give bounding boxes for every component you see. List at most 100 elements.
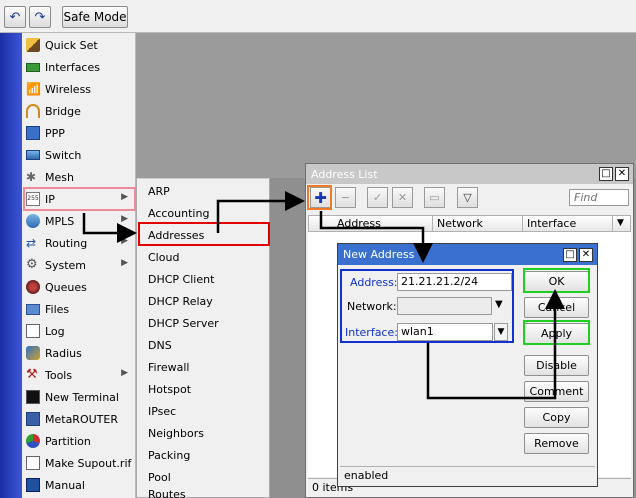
redo-button[interactable]: ↷ — [29, 6, 51, 28]
close-button[interactable]: ✕ — [615, 167, 629, 181]
chevron-down-icon: ▼ — [617, 218, 624, 228]
system-icon: ⚙ — [26, 257, 38, 272]
menu-item-radius[interactable]: Radius — [22, 342, 136, 364]
menu-item-mpls[interactable]: MPLS ▶ — [22, 210, 136, 232]
comment-button[interactable]: ▭ — [424, 187, 445, 208]
queues-icon — [26, 280, 40, 294]
menu-item-ppp[interactable]: PPP — [22, 122, 136, 144]
network-label: Network: — [347, 300, 397, 313]
column-address[interactable]: Address — [333, 216, 433, 231]
menu-item-manual[interactable]: Manual — [22, 474, 136, 496]
submenu-arrow-icon: ▶ — [121, 214, 128, 224]
menu-item-wireless[interactable]: 📶 Wireless — [22, 78, 136, 100]
column-menu-button[interactable]: ▼ — [613, 216, 630, 231]
terminal-icon — [26, 390, 40, 404]
ok-button[interactable]: OK — [524, 271, 589, 292]
menu-item-log[interactable]: Log — [22, 320, 136, 342]
main-menu: Quick Set Interfaces 📶 Wireless Bridge P… — [22, 33, 136, 498]
safe-mode-button[interactable]: Safe Mode — [62, 6, 128, 28]
ppp-icon — [26, 126, 40, 140]
partition-icon — [26, 434, 40, 448]
new-address-status: enabled — [340, 466, 595, 485]
menu-item-quick-set[interactable]: Quick Set — [22, 34, 136, 56]
submenu-item-neighbors[interactable]: Neighbors — [137, 422, 269, 444]
menu-item-mesh[interactable]: ✱ Mesh — [22, 166, 136, 188]
submenu-item-arp[interactable]: ARP — [137, 180, 269, 202]
undo-button[interactable]: ↶ — [4, 6, 26, 28]
network-field[interactable] — [397, 297, 492, 315]
filter-icon: ▽ — [463, 191, 472, 204]
chevron-down-icon: ▼ — [497, 327, 505, 337]
submenu-item-accounting[interactable]: Accounting — [137, 202, 269, 224]
mesh-icon: ✱ — [26, 170, 37, 184]
menu-item-partition[interactable]: Partition — [22, 430, 136, 452]
address-list-titlebar[interactable]: Address List □ ✕ — [306, 164, 633, 184]
column-network[interactable]: Network — [433, 216, 523, 231]
submenu-item-dhcp-relay[interactable]: DHCP Relay — [137, 290, 269, 312]
submenu-item-cloud[interactable]: Cloud — [137, 246, 269, 268]
menu-item-make-supout[interactable]: Make Supout.rif — [22, 452, 136, 474]
submenu-arrow-icon: ▶ — [121, 258, 128, 268]
ip-submenu: ARP Accounting Addresses Cloud DHCP Clie… — [136, 178, 270, 498]
submenu-item-packing[interactable]: Packing — [137, 444, 269, 466]
quick-set-icon — [26, 38, 40, 52]
menu-item-new-terminal[interactable]: New Terminal — [22, 386, 136, 408]
column-interface[interactable]: Interface — [523, 216, 613, 231]
maximize-button[interactable]: □ — [563, 248, 577, 262]
check-icon: ✓ — [372, 191, 383, 204]
remove-button[interactable]: − — [335, 187, 356, 208]
submenu-arrow-icon: ▶ — [121, 236, 128, 246]
mpls-icon — [26, 214, 40, 228]
submenu-item-pool[interactable]: Pool — [137, 466, 269, 488]
winbox-side-strip — [0, 33, 22, 498]
remove-button[interactable]: Remove — [524, 433, 589, 454]
files-icon — [26, 303, 40, 315]
menu-item-switch[interactable]: Switch — [22, 144, 136, 166]
radius-icon — [26, 346, 40, 360]
menu-item-tools[interactable]: ⚒ Tools ▶ — [22, 364, 136, 386]
submenu-item-addresses[interactable]: Addresses — [137, 224, 269, 246]
filter-button[interactable]: ▽ — [457, 187, 478, 208]
submenu-item-dhcp-client[interactable]: DHCP Client — [137, 268, 269, 290]
menu-item-routing[interactable]: ⇄ Routing ▶ — [22, 232, 136, 254]
network-dropdown-icon[interactable]: ▼ — [495, 299, 503, 310]
cancel-button[interactable]: Cancel — [524, 297, 589, 318]
interface-field[interactable]: wlan1 — [397, 323, 493, 341]
find-input[interactable] — [569, 189, 629, 206]
submenu-item-routes[interactable]: Routes — [137, 488, 269, 498]
interface-dropdown-button[interactable]: ▼ — [494, 323, 508, 341]
close-button[interactable]: ✕ — [579, 248, 593, 262]
address-field[interactable]: 21.21.21.2/24 — [397, 273, 512, 291]
submenu-item-ipsec[interactable]: IPsec — [137, 400, 269, 422]
apply-button[interactable]: Apply — [524, 323, 589, 344]
comment-icon: ▭ — [429, 191, 440, 204]
top-toolbar: ↶ ↷ Safe Mode — [0, 0, 636, 33]
disable-button[interactable]: Disable — [524, 355, 589, 376]
interface-label: Interface: — [345, 326, 398, 339]
maximize-button[interactable]: □ — [599, 167, 613, 181]
submenu-arrow-icon: ▶ — [121, 368, 128, 378]
new-address-titlebar[interactable]: New Address □ ✕ — [338, 244, 597, 265]
enable-button[interactable]: ✓ — [367, 187, 388, 208]
menu-item-bridge[interactable]: Bridge — [22, 100, 136, 122]
menu-item-queues[interactable]: Queues — [22, 276, 136, 298]
minus-icon: − — [340, 191, 351, 204]
menu-item-metarouter[interactable]: MetaROUTER — [22, 408, 136, 430]
submenu-item-hotspot[interactable]: Hotspot — [137, 378, 269, 400]
safe-mode-label: Safe Mode — [63, 10, 127, 24]
menu-item-files[interactable]: Files — [22, 298, 136, 320]
supout-icon — [26, 456, 40, 470]
menu-item-interfaces[interactable]: Interfaces — [22, 56, 136, 78]
submenu-item-dns[interactable]: DNS — [137, 334, 269, 356]
plus-icon: ✚ — [314, 188, 327, 207]
add-button[interactable]: ✚ — [310, 187, 331, 208]
menu-item-ip[interactable]: 255 IP ▶ — [22, 188, 136, 210]
comment-button[interactable]: Comment — [524, 381, 589, 402]
submenu-item-firewall[interactable]: Firewall — [137, 356, 269, 378]
bridge-icon — [26, 104, 40, 118]
maximize-icon: □ — [601, 168, 611, 179]
disable-button[interactable]: ✕ — [392, 187, 413, 208]
submenu-item-dhcp-server[interactable]: DHCP Server — [137, 312, 269, 334]
menu-item-system[interactable]: ⚙ System ▶ — [22, 254, 136, 276]
copy-button[interactable]: Copy — [524, 407, 589, 428]
